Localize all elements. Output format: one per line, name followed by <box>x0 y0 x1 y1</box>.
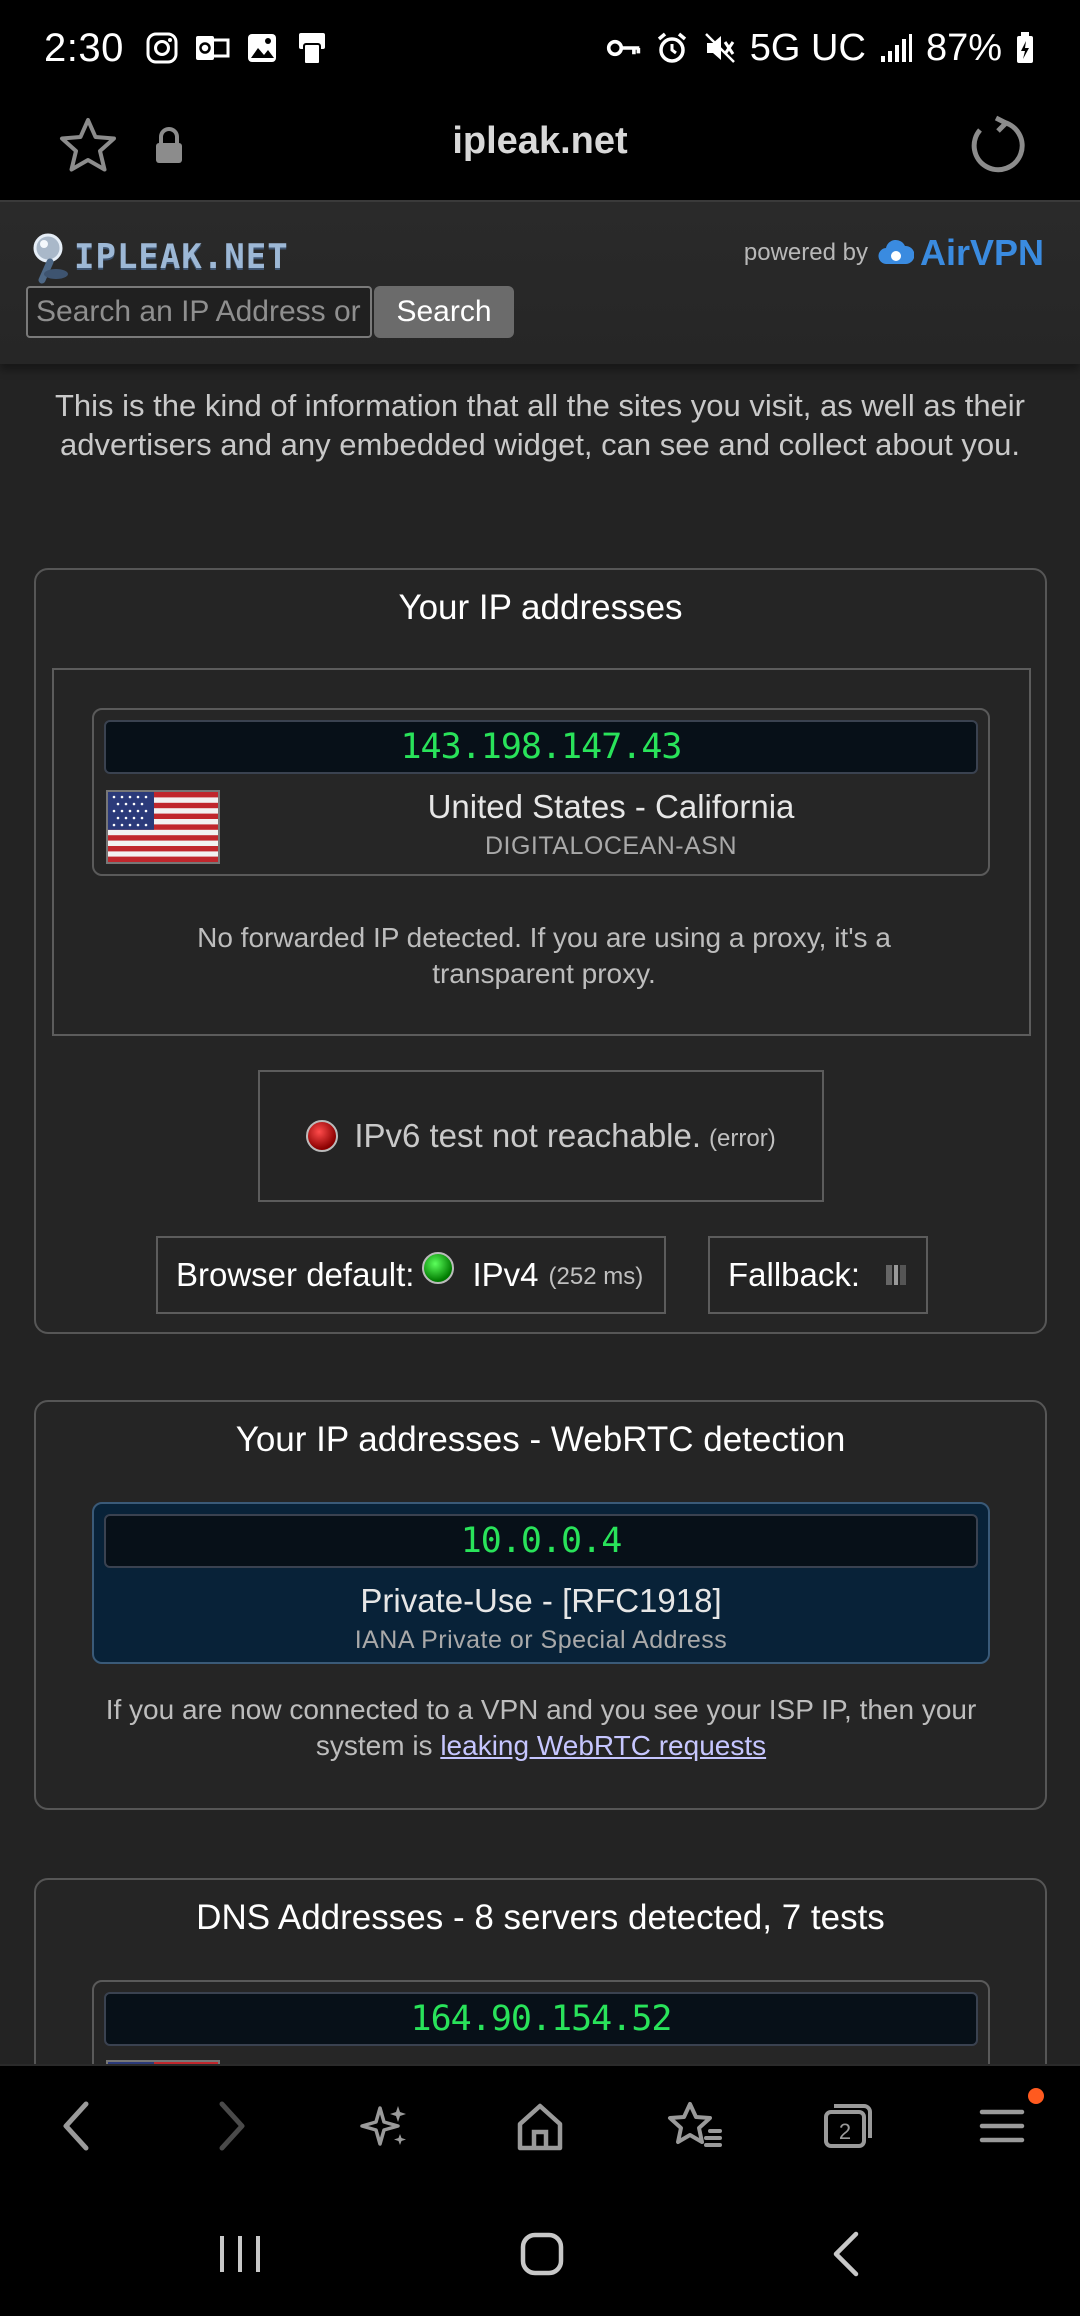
vpn-key-icon <box>606 30 642 66</box>
browser-top-bar: ipleak.net <box>0 96 1080 200</box>
magnifier-logo-icon <box>28 230 72 284</box>
ip-location: United States - California <box>427 788 795 825</box>
network-type: 5G UC <box>749 26 866 69</box>
address-bar-url[interactable]: ipleak.net <box>0 120 1080 163</box>
ip-search-input[interactable] <box>26 286 372 338</box>
tabs-icon[interactable]: 2 <box>814 2092 882 2160</box>
sparkle-ai-icon[interactable] <box>352 2092 420 2160</box>
device-icon <box>294 30 330 66</box>
dns-ip-value: 164.90.154.52 <box>104 1992 978 2046</box>
browser-default-label: Browser default: <box>176 1256 415 1293</box>
svg-text:2: 2 <box>839 2119 851 2144</box>
system-navigation-bar <box>0 2188 1080 2316</box>
logo-text: IPLEAK.NET <box>74 237 289 277</box>
alarm-icon <box>654 30 690 66</box>
ipv4-status-green-dot <box>422 1252 455 1284</box>
powered-by-label: powered by <box>743 239 868 266</box>
signal-icon <box>878 30 914 66</box>
site-header: IPLEAK.NET powered by AirVPN Search <box>0 200 1080 364</box>
back-icon[interactable] <box>42 2092 110 2160</box>
status-bar: 2:30 5G UC 87% <box>0 0 1080 96</box>
web-content: IPLEAK.NET powered by AirVPN Search This… <box>0 200 1080 2064</box>
ipv6-status-red-dot <box>306 1120 339 1152</box>
us-flag-icon <box>106 790 220 864</box>
mute-icon <box>702 30 738 66</box>
fallback-label: Fallback: <box>728 1256 861 1293</box>
notification-icons <box>144 30 330 66</box>
dns-panel: DNS Addresses - 8 servers detected, 7 te… <box>34 1878 1047 2064</box>
browser-default-protocol: IPv4 <box>472 1256 539 1293</box>
ip-card: 143.198.147.43 United States - Californi… <box>92 708 990 876</box>
webrtc-ip-card: 10.0.0.4 Private-Use - [RFC1918] IANA Pr… <box>92 1502 990 1664</box>
system-back-icon[interactable] <box>816 2224 876 2284</box>
instagram-icon <box>144 30 180 66</box>
airvpn-cloud-icon <box>878 239 914 265</box>
forward-icon[interactable] <box>198 2092 266 2160</box>
panel-title: Your IP addresses - WebRTC detection <box>235 1420 846 1459</box>
recents-icon[interactable] <box>210 2224 270 2284</box>
ip-addresses-panel: Your IP addresses 143.198.147.43 United … <box>34 568 1047 1334</box>
webrtc-range: Private-Use - [RFC1918] <box>360 1582 722 1619</box>
outlook-icon <box>194 30 230 66</box>
powered-by[interactable]: powered by AirVPN <box>744 232 1044 274</box>
battery-icon <box>1014 30 1036 66</box>
panel-title: Your IP addresses <box>398 588 683 627</box>
ipv6-test-box: IPv6 test not reachable. (error) <box>258 1070 824 1202</box>
forwarded-ip-note: No forwarded IP detected. If you are usi… <box>197 922 891 989</box>
webrtc-range-sub: IANA Private or Special Address <box>354 1626 728 1654</box>
battery-percent: 87% <box>925 26 1002 69</box>
dns-ip-card: 164.90.154.52 <box>92 1980 990 2064</box>
status-right: 5G UC 87% <box>606 27 1036 70</box>
gallery-icon <box>244 30 280 66</box>
fallback-box: Fallback: <box>708 1236 928 1314</box>
ipv6-test-text: IPv6 test not reachable. <box>354 1117 702 1154</box>
public-ip-value: 143.198.147.43 <box>104 720 978 774</box>
search-button[interactable]: Search <box>374 286 514 338</box>
home-icon[interactable] <box>506 2092 574 2160</box>
airvpn-link[interactable]: AirVPN <box>878 232 1044 274</box>
ip-details-box: 143.198.147.43 United States - Californi… <box>52 668 1031 1036</box>
panel-title: DNS Addresses - 8 servers detected, 7 te… <box>196 1898 885 1937</box>
bookmarks-icon[interactable] <box>660 2092 728 2160</box>
webrtc-ip-value: 10.0.0.4 <box>104 1514 978 1568</box>
status-time: 2:30 <box>44 25 124 70</box>
intro-text: This is the kind of information that all… <box>54 388 1026 462</box>
site-logo[interactable]: IPLEAK.NET <box>28 230 289 284</box>
browser-default-box: Browser default: IPv4 (252 ms) <box>156 1236 666 1314</box>
ip-asn: DIGITALOCEAN-ASN <box>484 832 738 860</box>
webrtc-note: If you are now connected to a VPN and yo… <box>76 1692 1006 1764</box>
menu-notification-dot <box>1028 2088 1044 2104</box>
browser-bottom-bar: 2 <box>0 2064 1080 2188</box>
search-row: Search <box>26 286 514 338</box>
webrtc-leak-link[interactable]: leaking WebRTC requests <box>440 1730 766 1761</box>
airvpn-label: AirVPN <box>919 232 1044 273</box>
menu-icon[interactable] <box>968 2092 1036 2160</box>
home-button-icon[interactable] <box>512 2224 572 2284</box>
browser-default-latency: (252 ms) <box>548 1263 644 1290</box>
ipv6-test-status: (error) <box>709 1125 776 1152</box>
reload-icon[interactable] <box>966 112 1026 176</box>
loading-spinner-icon <box>882 1261 910 1289</box>
webrtc-panel: Your IP addresses - WebRTC detection 10.… <box>34 1400 1047 1810</box>
